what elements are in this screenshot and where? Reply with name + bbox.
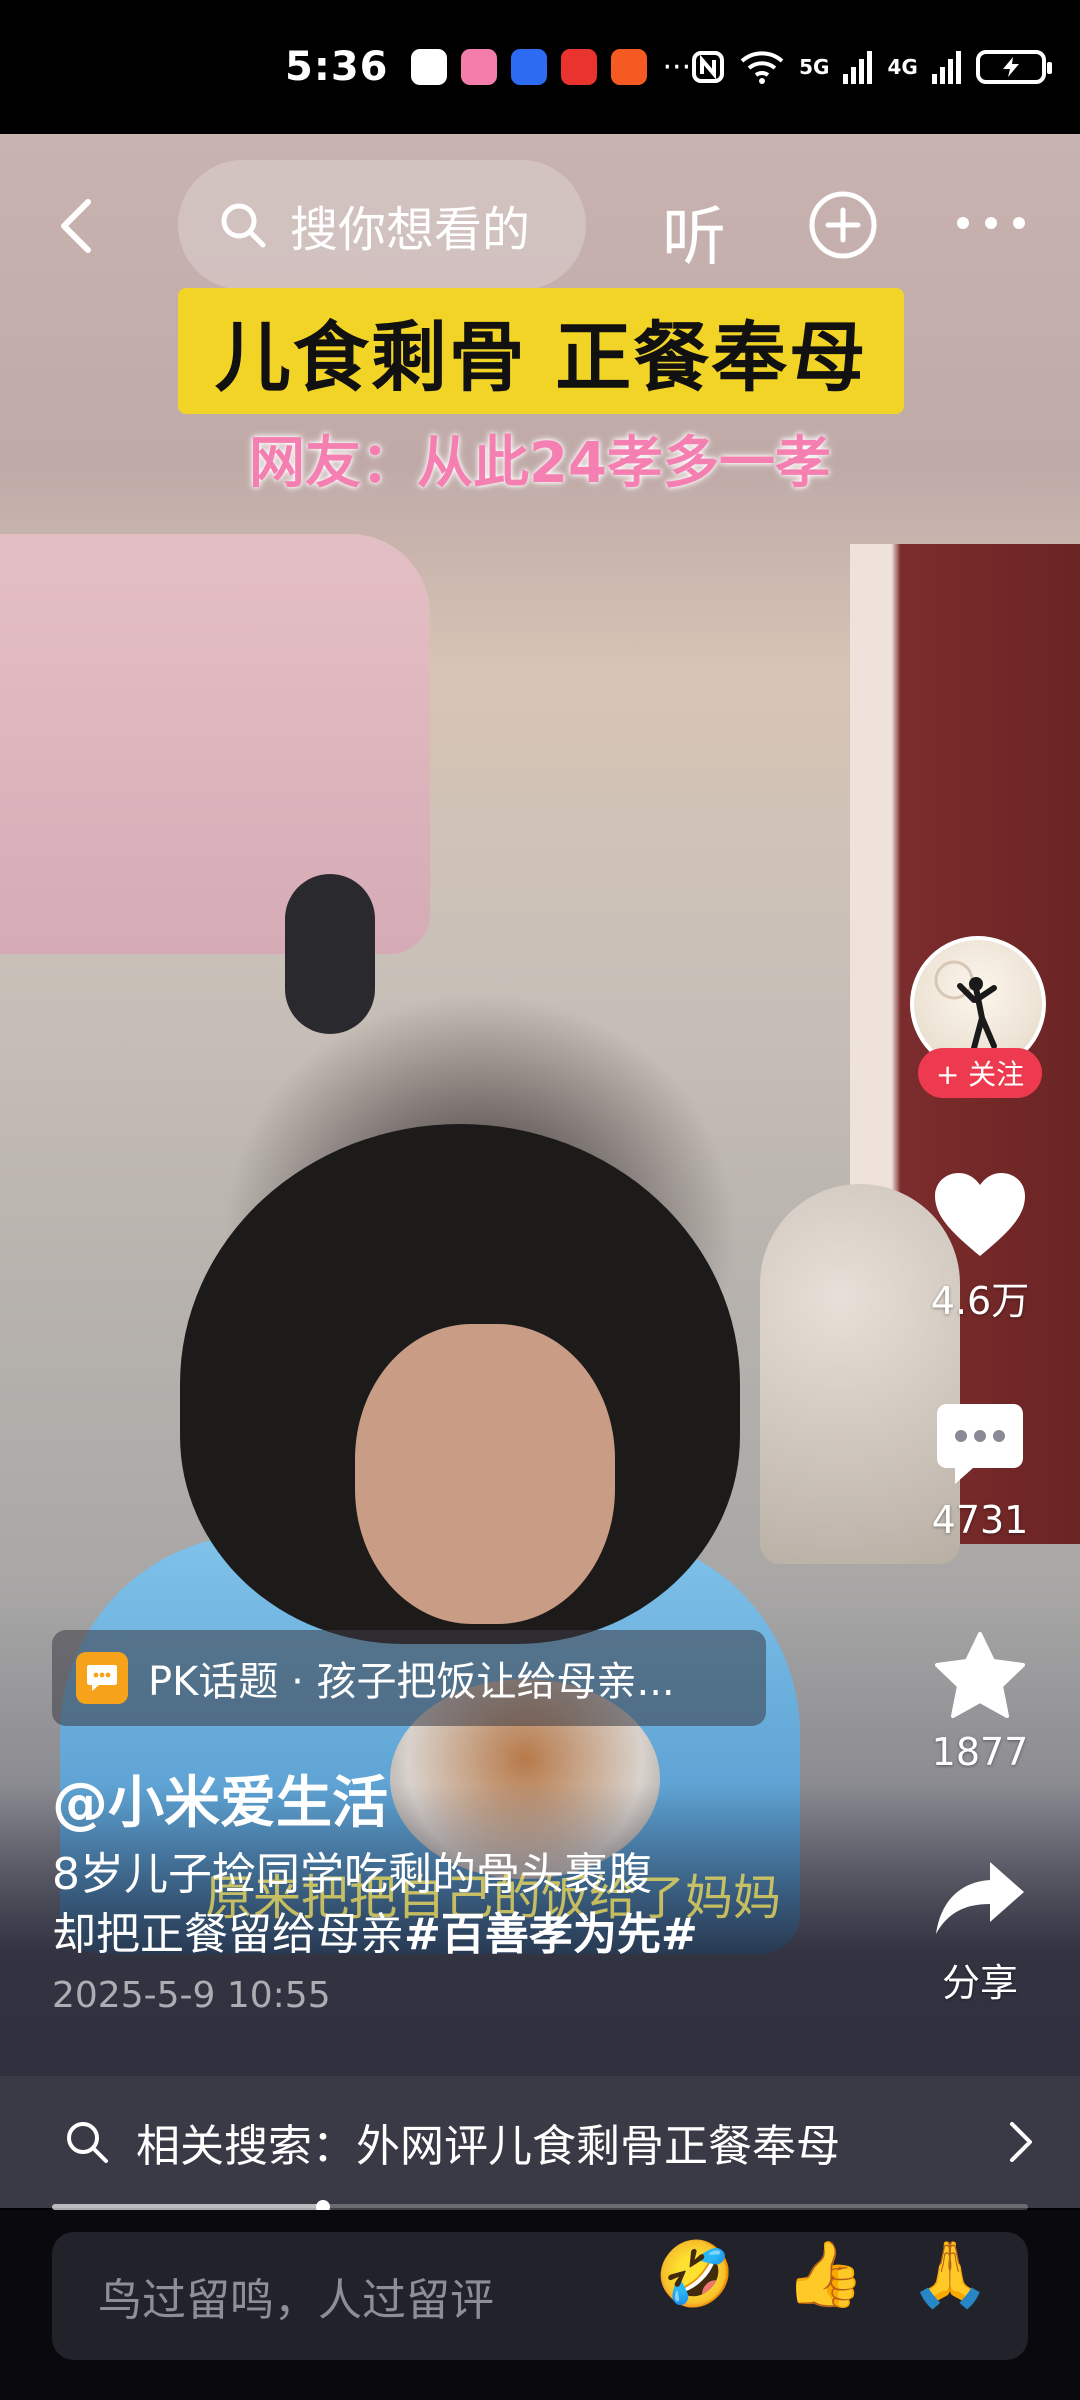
comment-count: 4731 bbox=[931, 1498, 1029, 1542]
app-notification-icon bbox=[510, 49, 547, 85]
listen-button[interactable]: 听 bbox=[662, 186, 726, 278]
caption-line-1: 8岁儿子捡同学吃剩的骨头裹腹 bbox=[52, 1849, 652, 1900]
more-options-icon[interactable] bbox=[955, 208, 1027, 238]
laughing-emoji-button[interactable]: 🤣 bbox=[655, 2240, 735, 2310]
wifi-icon bbox=[740, 51, 784, 84]
comment-placeholder: 鸟过留鸣，人过留评 bbox=[98, 2275, 494, 2326]
video-person-face bbox=[355, 1324, 615, 1624]
share-icon bbox=[936, 1862, 1024, 1934]
share-action[interactable]: 分享 bbox=[910, 1858, 1050, 2007]
heart-icon bbox=[935, 1173, 1025, 1256]
nfc-icon bbox=[692, 51, 725, 83]
pk-topic-chip[interactable]: PK话题 · 孩子把饭让给母亲... bbox=[52, 1630, 766, 1726]
comment-action[interactable]: 4731 bbox=[910, 1400, 1050, 1542]
signal-4g-icon bbox=[931, 51, 961, 84]
star-icon bbox=[935, 1632, 1025, 1718]
search-box[interactable]: 搜你想看的 bbox=[178, 160, 586, 290]
praying-hands-emoji-button[interactable]: 🙏 bbox=[910, 2240, 990, 2310]
back-icon[interactable] bbox=[50, 198, 106, 254]
like-count: 4.6万 bbox=[930, 1279, 1030, 1323]
network-4g-label: 4G bbox=[887, 55, 918, 79]
bilibili-icon bbox=[460, 49, 497, 85]
network-5g-label: 5G bbox=[799, 55, 830, 79]
search-icon bbox=[221, 203, 266, 248]
related-search-bar[interactable]: 相关搜索：外网评儿食剩骨正餐奉母 bbox=[0, 2076, 1080, 2208]
video-subheadline: 网友：从此24孝多一孝 bbox=[249, 431, 831, 496]
status-indicators: 5G 4G bbox=[691, 49, 1052, 85]
topic-chat-icon bbox=[76, 1652, 128, 1704]
video-wheel-shape bbox=[285, 874, 375, 1034]
caption-text: 却把正餐留给母亲 bbox=[52, 1909, 404, 1960]
app-notification-icon bbox=[410, 49, 447, 85]
search-placeholder: 搜你想看的 bbox=[290, 202, 531, 258]
related-search-label: 相关搜索：外网评儿食剩骨正餐奉母 bbox=[136, 2121, 840, 2172]
add-icon[interactable] bbox=[808, 190, 878, 260]
follow-button[interactable]: + 关注 bbox=[918, 1048, 1042, 1098]
topic-label: PK话题 · 孩子把饭让给母亲... bbox=[148, 1659, 675, 1705]
video-headline: 儿食剩骨 正餐奉母 bbox=[214, 313, 868, 402]
favorite-action[interactable]: 1877 bbox=[910, 1630, 1050, 1774]
video-headline-banner: 儿食剩骨 正餐奉母 bbox=[178, 288, 904, 414]
like-action[interactable]: 4.6万 bbox=[910, 1170, 1050, 1325]
signal-5g-icon bbox=[843, 51, 873, 84]
caption-line-2: 却把正餐留给母亲#百善孝为先# bbox=[52, 1905, 832, 1965]
author-name[interactable]: @小米爱生活 bbox=[52, 1758, 388, 1839]
favorite-count: 1877 bbox=[931, 1730, 1029, 1774]
status-time: 5:36 bbox=[285, 44, 389, 90]
post-timestamp: 2025-5-9 10:55 bbox=[52, 1975, 331, 2016]
app-notification-icon bbox=[560, 49, 597, 85]
more-notifications-icon: ··· bbox=[662, 49, 692, 85]
comment-input[interactable]: 鸟过留鸣，人过留评 bbox=[52, 2232, 1028, 2360]
battery-charging-icon bbox=[975, 50, 1052, 84]
chevron-right-icon bbox=[1010, 2122, 1032, 2162]
caption-hashtag[interactable]: #百善孝为先# bbox=[404, 1909, 698, 1960]
status-bar: 5:36 ··· 5G 4G bbox=[0, 0, 1080, 134]
comment-bar: 鸟过留鸣，人过留评 🤣 👍 🙏 bbox=[0, 2210, 1080, 2400]
app-notification-icon bbox=[610, 49, 647, 85]
search-icon bbox=[67, 2122, 108, 2163]
notification-icons bbox=[410, 49, 647, 85]
share-label: 分享 bbox=[941, 1961, 1018, 2005]
thumbs-up-emoji-button[interactable]: 👍 bbox=[785, 2240, 865, 2310]
post-caption: 8岁儿子捡同学吃剩的骨头裹腹 却把正餐留给母亲#百善孝为先# bbox=[52, 1845, 832, 1965]
comment-icon bbox=[937, 1404, 1023, 1484]
top-navigation: 搜你想看的 听 bbox=[0, 150, 1080, 300]
